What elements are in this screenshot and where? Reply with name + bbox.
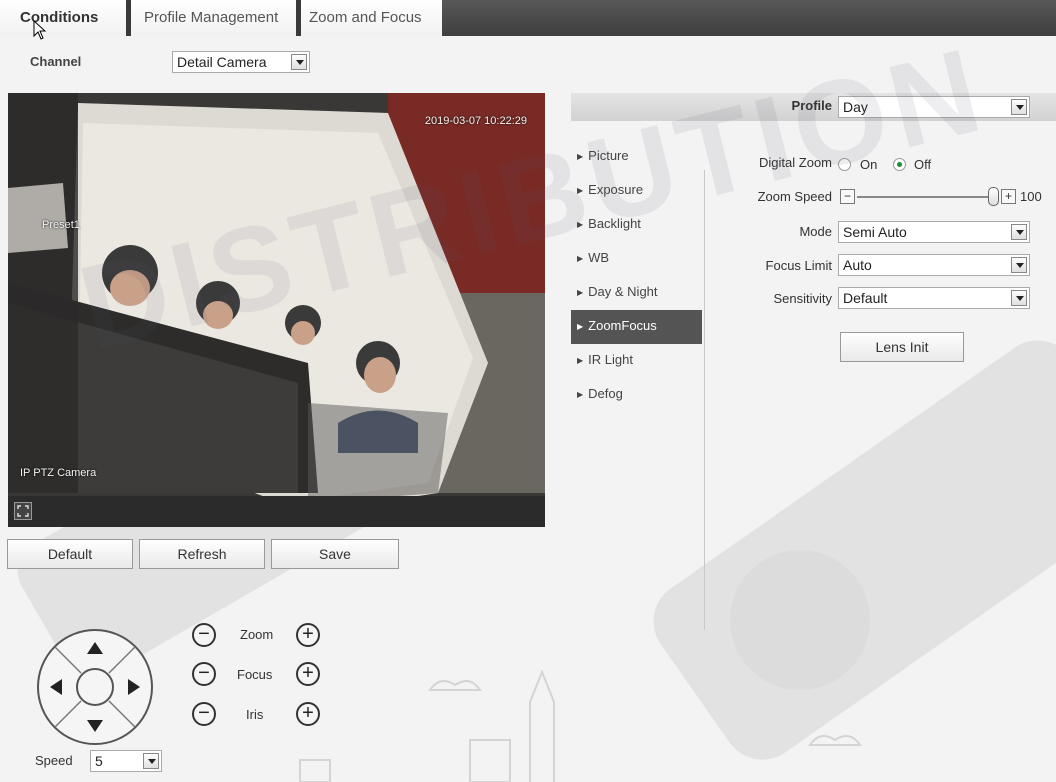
caret-right-icon: ▶ [577, 390, 584, 399]
caret-right-icon: ▶ [577, 356, 584, 365]
menu-item-label: Exposure [588, 182, 644, 197]
speed-select-value: 5 [95, 753, 103, 769]
profile-label: Profile [791, 98, 832, 113]
digital-zoom-off-label: Off [914, 157, 932, 172]
tab-bar-dark-fill [442, 0, 1056, 36]
caret-right-icon: ▶ [577, 288, 584, 297]
zoom-label: Zoom [240, 627, 274, 642]
zoom-minus-icon[interactable]: − [192, 623, 216, 647]
save-button[interactable]: Save [271, 539, 399, 569]
sensitivity-select[interactable]: Default [838, 287, 1030, 309]
menu-item-backlight[interactable]: ▶ Backlight [571, 208, 702, 242]
menu-item-ir-light[interactable]: ▶ IR Light [571, 344, 702, 378]
tab-profile-management[interactable]: Profile Management [138, 0, 284, 36]
mode-label: Mode [799, 224, 832, 239]
chevron-down-icon[interactable] [1011, 257, 1027, 273]
caret-right-icon: ▶ [577, 186, 584, 195]
zoom-speed-value: 100 [1020, 189, 1042, 204]
channel-select[interactable]: Detail Camera [172, 51, 310, 73]
zoom-speed-slider-thumb[interactable] [988, 187, 999, 206]
fullscreen-icon[interactable] [14, 502, 32, 520]
video-frame-image [8, 93, 545, 527]
chevron-down-icon[interactable] [291, 54, 307, 70]
tab-conditions[interactable]: Conditions [14, 0, 104, 36]
tab-separator [126, 0, 131, 36]
menu-item-label: Backlight [588, 216, 641, 231]
zoom-plus-icon[interactable]: + [296, 623, 320, 647]
speed-select[interactable]: 5 [90, 750, 162, 772]
channel-label: Channel [30, 54, 82, 69]
zoom-speed-slider-track[interactable] [857, 196, 997, 198]
chevron-down-icon[interactable] [143, 753, 159, 769]
digital-zoom-label: Digital Zoom [759, 155, 832, 170]
caret-right-icon: ▶ [577, 152, 584, 161]
video-timestamp: 2019-03-07 10:22:29 [424, 115, 527, 127]
caret-right-icon: ▶ [577, 220, 584, 229]
digital-zoom-on-radio[interactable] [838, 158, 851, 171]
mode-select-value: Semi Auto [843, 224, 907, 240]
profile-select-value: Day [843, 99, 868, 115]
menu-item-exposure[interactable]: ▶ Exposure [571, 174, 702, 208]
focus-limit-label: Focus Limit [765, 258, 832, 273]
mode-select[interactable]: Semi Auto [838, 221, 1030, 243]
focus-limit-select[interactable]: Auto [838, 254, 1030, 276]
iris-label: Iris [246, 707, 264, 722]
mouse-cursor-icon [33, 20, 47, 40]
menu-item-label: ZoomFocus [588, 318, 657, 333]
profile-select[interactable]: Day [838, 96, 1030, 118]
refresh-button[interactable]: Refresh [139, 539, 265, 569]
focus-minus-icon[interactable]: − [192, 662, 216, 686]
menu-item-defog[interactable]: ▶ Defog [571, 378, 702, 412]
zoom-speed-minus-icon[interactable]: − [840, 189, 855, 204]
digital-zoom-on-label: On [860, 157, 878, 172]
iris-minus-icon[interactable]: − [192, 702, 216, 726]
video-preset-label: Preset1 [42, 219, 80, 231]
menu-item-wb[interactable]: ▶ WB [571, 242, 702, 276]
tab-bar: Conditions Profile Management Zoom and F… [0, 0, 1056, 36]
default-button[interactable]: Default [7, 539, 133, 569]
zoom-speed-label: Zoom Speed [757, 189, 832, 204]
sensitivity-select-value: Default [843, 290, 888, 306]
video-preview: 2019-03-07 10:22:29 Preset1 IP PTZ Camer… [8, 93, 545, 527]
caret-right-icon: ▶ [577, 322, 584, 331]
channel-select-value: Detail Camera [177, 54, 267, 70]
video-toolbar [8, 496, 545, 527]
zoom-speed-plus-icon[interactable]: + [1001, 189, 1016, 204]
sensitivity-label: Sensitivity [773, 291, 832, 306]
menu-item-label: IR Light [588, 352, 633, 367]
focus-label: Focus [237, 667, 273, 682]
menu-item-label: Day & Night [588, 284, 658, 299]
iris-plus-icon[interactable]: + [296, 702, 320, 726]
menu-item-label: Defog [588, 386, 623, 401]
chevron-down-icon[interactable] [1011, 290, 1027, 306]
digital-zoom-off-radio[interactable] [893, 158, 906, 171]
ptz-direction-pad [37, 629, 153, 745]
menu-item-day-night[interactable]: ▶ Day & Night [571, 276, 702, 310]
chevron-down-icon[interactable] [1011, 224, 1027, 240]
ptz-center-button[interactable] [76, 668, 114, 706]
menu-item-label: WB [588, 250, 610, 265]
menu-item-picture[interactable]: ▶ Picture [571, 140, 702, 174]
tab-zoom-and-focus[interactable]: Zoom and Focus [303, 0, 428, 36]
speed-label: Speed [35, 753, 73, 768]
settings-menu: ▶ Picture ▶ Exposure ▶ Backlight ▶ WB ▶ Day &… [571, 140, 702, 412]
lens-init-button[interactable]: Lens Init [840, 332, 964, 362]
menu-item-zoomfocus[interactable]: ▶ ZoomFocus [571, 310, 702, 344]
focus-plus-icon[interactable]: + [296, 662, 320, 686]
focus-limit-select-value: Auto [843, 257, 872, 273]
menu-divider [704, 170, 705, 630]
menu-item-label: Picture [588, 148, 629, 163]
tab-separator [296, 0, 301, 36]
video-camera-name: IP PTZ Camera [20, 467, 97, 479]
caret-right-icon: ▶ [577, 254, 584, 263]
chevron-down-icon[interactable] [1011, 99, 1027, 115]
